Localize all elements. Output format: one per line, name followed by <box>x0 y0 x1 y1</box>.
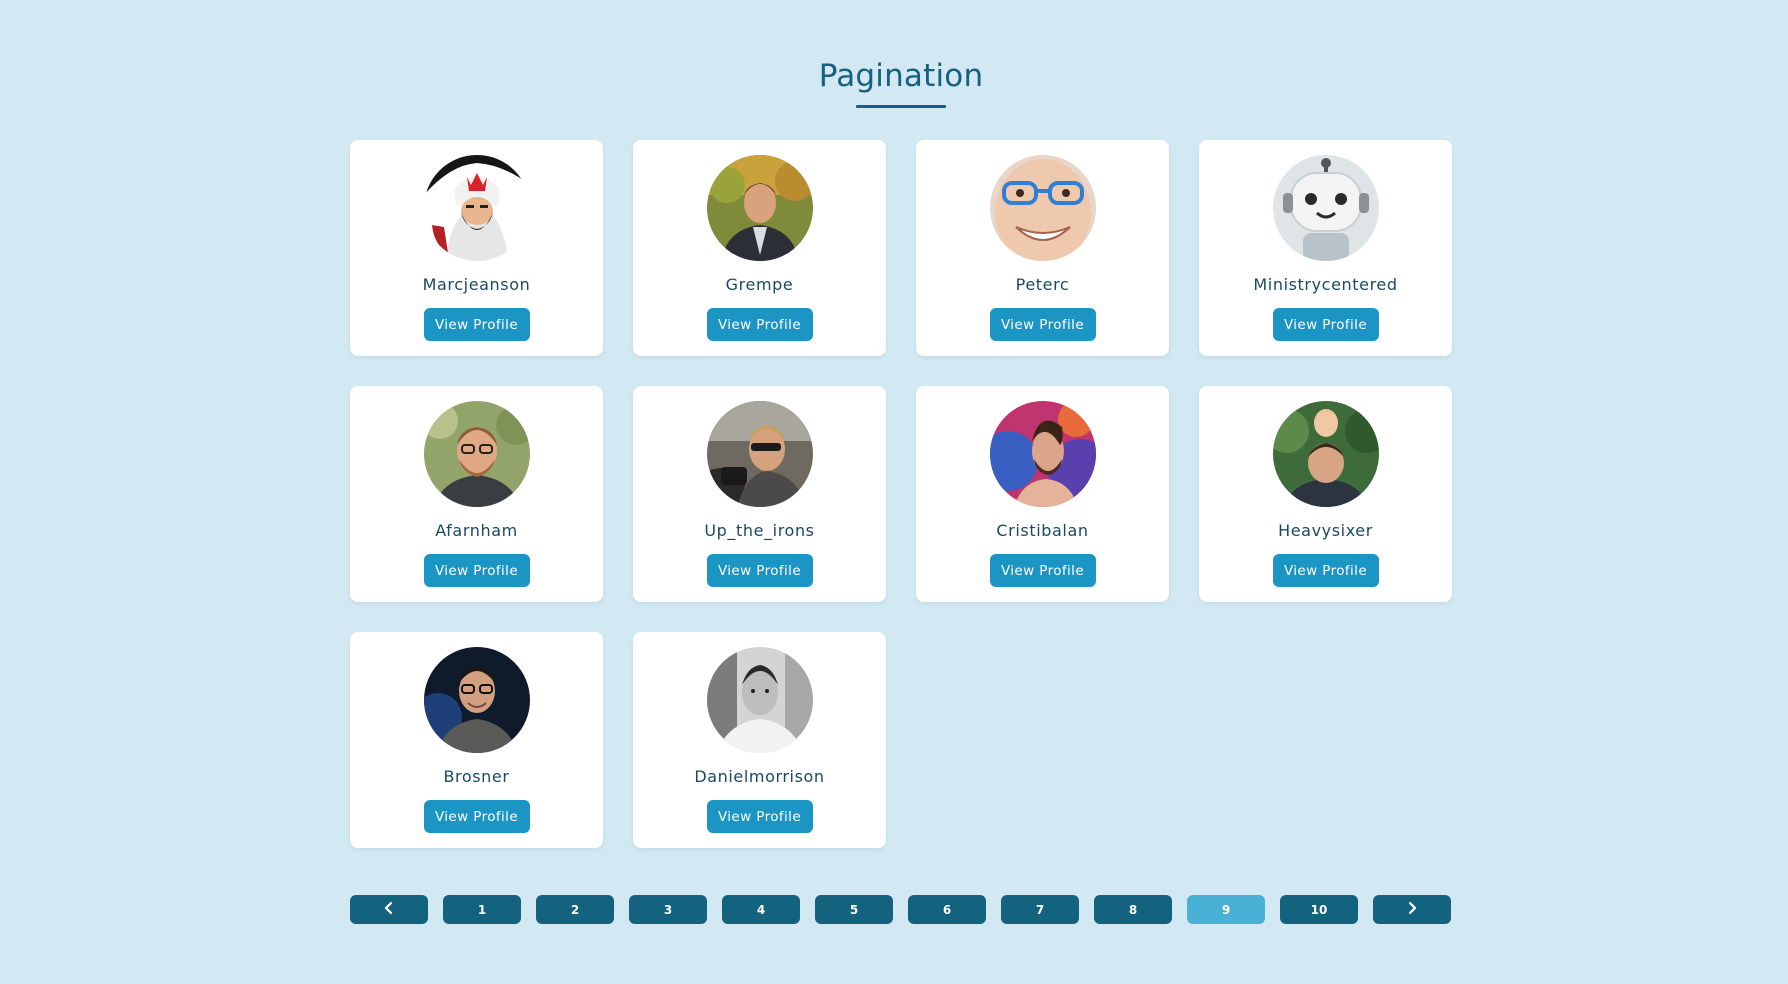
profile-card: Cristibalan View Profile <box>916 386 1169 602</box>
profile-card: Grempe View Profile <box>633 140 886 356</box>
profile-card: Ministrycentered View Profile <box>1199 140 1452 356</box>
avatar <box>423 647 530 753</box>
page-button-6[interactable]: 6 <box>908 895 986 924</box>
avatar <box>989 155 1096 261</box>
avatar <box>706 401 813 507</box>
chevron-right-icon <box>1406 901 1418 918</box>
username: Afarnham <box>435 521 518 540</box>
view-profile-button[interactable]: View Profile <box>423 554 530 587</box>
profile-card: Danielmorrison View Profile <box>633 632 886 848</box>
username: Cristibalan <box>996 521 1089 540</box>
view-profile-button[interactable]: View Profile <box>423 308 530 341</box>
username: Heavysixer <box>1278 521 1373 540</box>
avatar <box>423 155 530 261</box>
next-page-button[interactable] <box>1373 895 1451 924</box>
view-profile-button[interactable]: View Profile <box>1272 554 1379 587</box>
avatar <box>989 401 1096 507</box>
page-button-7[interactable]: 7 <box>1001 895 1079 924</box>
username: Marcjeanson <box>422 275 531 294</box>
profile-card: Brosner View Profile <box>350 632 603 848</box>
page-button-5[interactable]: 5 <box>815 895 893 924</box>
view-profile-button[interactable]: View Profile <box>706 308 813 341</box>
title-underline <box>856 105 946 108</box>
view-profile-button[interactable]: View Profile <box>706 554 813 587</box>
avatar <box>1272 155 1379 261</box>
page-button-10[interactable]: 10 <box>1280 895 1358 924</box>
view-profile-button[interactable]: View Profile <box>989 308 1096 341</box>
view-profile-button[interactable]: View Profile <box>989 554 1096 587</box>
profile-card: Peterc View Profile <box>916 140 1169 356</box>
page-header: Pagination <box>0 58 1788 108</box>
page-button-3[interactable]: 3 <box>629 895 707 924</box>
username: Ministrycentered <box>1253 275 1398 294</box>
page-button-2[interactable]: 2 <box>536 895 614 924</box>
username: Peterc <box>1015 275 1070 294</box>
avatar <box>423 401 530 507</box>
profile-card: Marcjeanson View Profile <box>350 140 603 356</box>
username: Grempe <box>725 275 794 294</box>
view-profile-button[interactable]: View Profile <box>1272 308 1379 341</box>
username: Up_the_irons <box>704 521 815 540</box>
username: Danielmorrison <box>694 767 825 786</box>
page-title: Pagination <box>818 58 984 94</box>
profile-grid: Marcjeanson View Profile Grempe View Pro… <box>350 140 1452 848</box>
username: Brosner <box>443 767 510 786</box>
avatar <box>706 155 813 261</box>
page-button-1[interactable]: 1 <box>443 895 521 924</box>
profile-card: Up_the_irons View Profile <box>633 386 886 602</box>
profile-card: Afarnham View Profile <box>350 386 603 602</box>
page-button-8[interactable]: 8 <box>1094 895 1172 924</box>
prev-page-button[interactable] <box>350 895 428 924</box>
pagination: 1 2 3 4 5 6 7 8 9 10 <box>350 895 1451 924</box>
page-button-4[interactable]: 4 <box>722 895 800 924</box>
view-profile-button[interactable]: View Profile <box>706 800 813 833</box>
view-profile-button[interactable]: View Profile <box>423 800 530 833</box>
page-button-9-current[interactable]: 9 <box>1187 895 1265 924</box>
avatar <box>706 647 813 753</box>
profile-card: Heavysixer View Profile <box>1199 386 1452 602</box>
chevron-left-icon <box>383 901 395 918</box>
avatar <box>1272 401 1379 507</box>
